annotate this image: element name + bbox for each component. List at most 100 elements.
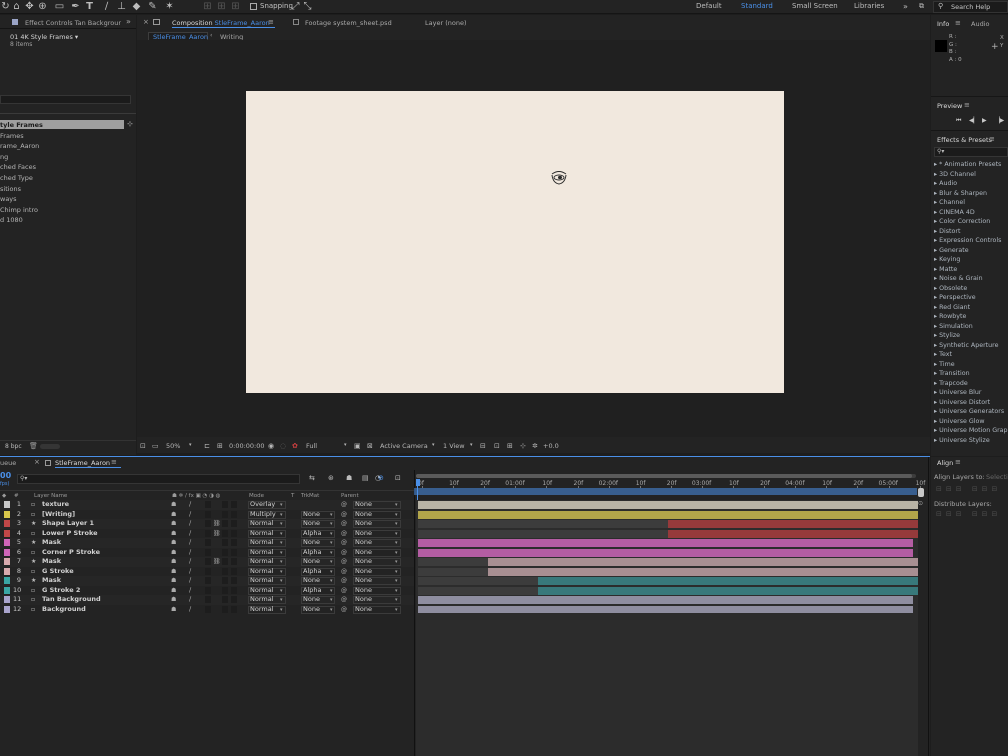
shy-switch-icon[interactable]: ☗ [171,557,176,567]
effect-category[interactable]: ▸ Universe Glow [934,417,985,427]
pixel-aspect-icon[interactable]: ⊟ [480,442,486,450]
motion-blur-switch[interactable] [222,577,228,584]
viewer-timecode[interactable]: 0:00:00:00 [229,442,265,450]
first-frame-icon[interactable]: ⏮ [956,117,961,125]
effect-category[interactable]: ▸ * Animation Presets [934,160,1001,170]
layer-name[interactable]: [Writing] [42,510,75,520]
brush-tool-icon[interactable]: ∕ [101,1,112,12]
eraser-tool-icon[interactable]: ◆ [131,1,142,12]
layer-bar-inactive[interactable] [418,558,488,566]
prev-frame-icon[interactable]: ◀▏ [969,117,978,124]
axis-world-icon[interactable]: ⊞ [216,1,227,12]
layer-duration-bar[interactable] [538,577,918,585]
layer-duration-bar[interactable] [418,510,918,519]
layer-row[interactable]: 7 ★ Mask ☗ ∕ ⛓ Normal ▾ None ▾ @ None ▾ [0,557,414,567]
layer-name[interactable]: G Stroke [42,567,74,577]
pickwhip-icon[interactable]: @ [341,510,347,520]
pickwhip-icon[interactable]: @ [341,557,347,567]
pickwhip-icon[interactable]: @ [341,576,347,586]
quality-switch-icon[interactable]: ∕ [189,586,191,596]
effect-category[interactable]: ▸ Blur & Sharpen [934,189,987,199]
effect-category[interactable]: ▸ Rowbyte [934,312,966,322]
motion-blur-switch[interactable] [222,510,228,518]
layer-label-color[interactable] [4,586,10,594]
transparency-grid-icon[interactable]: ⊠ [367,442,373,450]
quality-switch-icon[interactable]: ∕ [189,595,191,605]
project-item[interactable]: rame_Aaron [0,141,39,151]
fx-switch[interactable] [205,529,211,537]
shy-switch-icon[interactable]: ☗ [171,529,176,539]
layer-label-color[interactable] [4,520,10,527]
zoom-dropdown[interactable]: 50% [166,442,180,450]
project-item[interactable]: ched Faces [0,162,36,172]
link-icon[interactable]: ⛓ [213,529,221,539]
quality-switch-icon[interactable]: ∕ [189,500,191,510]
quality-switch-icon[interactable]: ∕ [189,538,191,548]
workspace-small-screen[interactable]: Small Screen [792,2,838,10]
effect-category[interactable]: ▸ Stylize [934,331,960,341]
layer-row[interactable]: 2 ▫ [Writing] ☗ ∕ Multiply ▾ None ▾ @ None ▾ [0,509,414,520]
rectangle-tool-icon[interactable]: ▭ [54,1,65,12]
effect-category[interactable]: ▸ Universe Distort [934,398,990,408]
shy-switch-icon[interactable]: ☗ [171,576,176,586]
project-scrollbar[interactable] [40,444,60,449]
quality-switch-icon[interactable]: ∕ [189,567,191,577]
shy-switch-icon[interactable]: ☗ [171,586,176,596]
effect-category[interactable]: ▸ Audio [934,179,957,189]
layer-duration-bar[interactable] [668,520,918,528]
layer-row[interactable]: 3 ★ Shape Layer 1 ☗ ∕ ⛓ Normal ▾ None ▾ @ None ▾ [0,519,414,529]
comp-mini-flowchart-icon[interactable]: ⇆ [309,474,315,482]
layer-label-color[interactable] [4,548,10,556]
shy-switch-icon[interactable]: ☗ [171,548,176,558]
frame-blending-icon[interactable]: ▤ [362,474,369,482]
layer-row[interactable]: 5 ★ Mask ☗ ∕ Normal ▾ None ▾ @ None ▾ [0,538,414,548]
layer-label-color[interactable] [4,510,10,518]
layer-name[interactable]: Corner P Stroke [42,548,100,558]
layer-label-color[interactable] [4,596,10,603]
camera-chevron-down-icon[interactable]: ▾ [432,442,435,448]
fast-preview-icon[interactable]: ⊡ [494,442,500,450]
mode-chevron-down-icon[interactable]: ▾ [280,606,283,616]
quality-switch-icon[interactable]: ∕ [189,605,191,615]
motion-blur-switch[interactable] [222,548,228,556]
layer-duration-bar[interactable] [418,539,913,547]
fit-region-icon[interactable]: ⊏ [204,442,210,450]
project-item[interactable]: d 1080 [0,215,23,225]
timeline-end-handle[interactable] [918,488,924,497]
shy-layers-icon[interactable]: ☗ [346,474,352,482]
quality-switch-icon[interactable]: ∕ [189,557,191,567]
effect-category[interactable]: ▸ Red Giant [934,303,970,313]
pickwhip-icon[interactable]: @ [341,548,347,558]
motion-blur-switch[interactable] [222,605,228,613]
layer-label-color[interactable] [4,501,10,508]
motion-blur-switch[interactable] [222,529,228,537]
link-icon[interactable]: ⛓ [213,557,221,567]
roto-brush-tool-icon[interactable]: ✎ [147,1,158,12]
layer-row[interactable]: 4 ▫ Lower P Stroke ☗ ∕ ⛓ Normal ▾ Alpha ▾ @ None ▾ [0,528,414,539]
layer-name-col-header[interactable]: Layer Name [34,493,67,499]
effect-category[interactable]: ▸ Text [934,350,952,360]
quality-switch-icon[interactable]: ∕ [189,548,191,558]
fx-switch[interactable] [205,558,211,565]
close-tab-icon[interactable]: × [143,18,149,26]
grid-icon[interactable]: ⊞ [217,442,223,450]
fx-switch[interactable] [205,605,211,613]
layer-duration-bar[interactable] [538,586,918,595]
project-item[interactable]: tyle Frames [0,120,43,130]
layer-row[interactable]: 1 ▫ texture ☗ ∕ Overlay ▾ @ None ▾ [0,500,414,510]
layer-label-color[interactable] [4,558,10,565]
timeline-search-input[interactable] [17,474,300,484]
effects-menu-icon[interactable]: ≡ [989,135,995,143]
workspace-default[interactable]: Default [696,2,722,10]
effect-category[interactable]: ▸ Matte [934,265,957,275]
always-preview-icon[interactable]: ⊡ [140,442,146,450]
adjustment-switch[interactable] [231,501,237,508]
selected-item-name[interactable]: 01 4K Style Frames ▾ [10,33,78,41]
motion-blur-switch[interactable] [222,596,228,603]
layer-row[interactable]: 9 ★ Mask ☗ ∕ Normal ▾ None ▾ @ None ▾ [0,576,414,586]
adjustment-switch[interactable] [231,558,237,565]
fx-switch[interactable] [205,520,211,527]
quality-switch-icon[interactable]: ∕ [189,510,191,520]
project-item[interactable]: ched Type [0,173,33,183]
views-dropdown[interactable]: 1 View [443,442,465,450]
